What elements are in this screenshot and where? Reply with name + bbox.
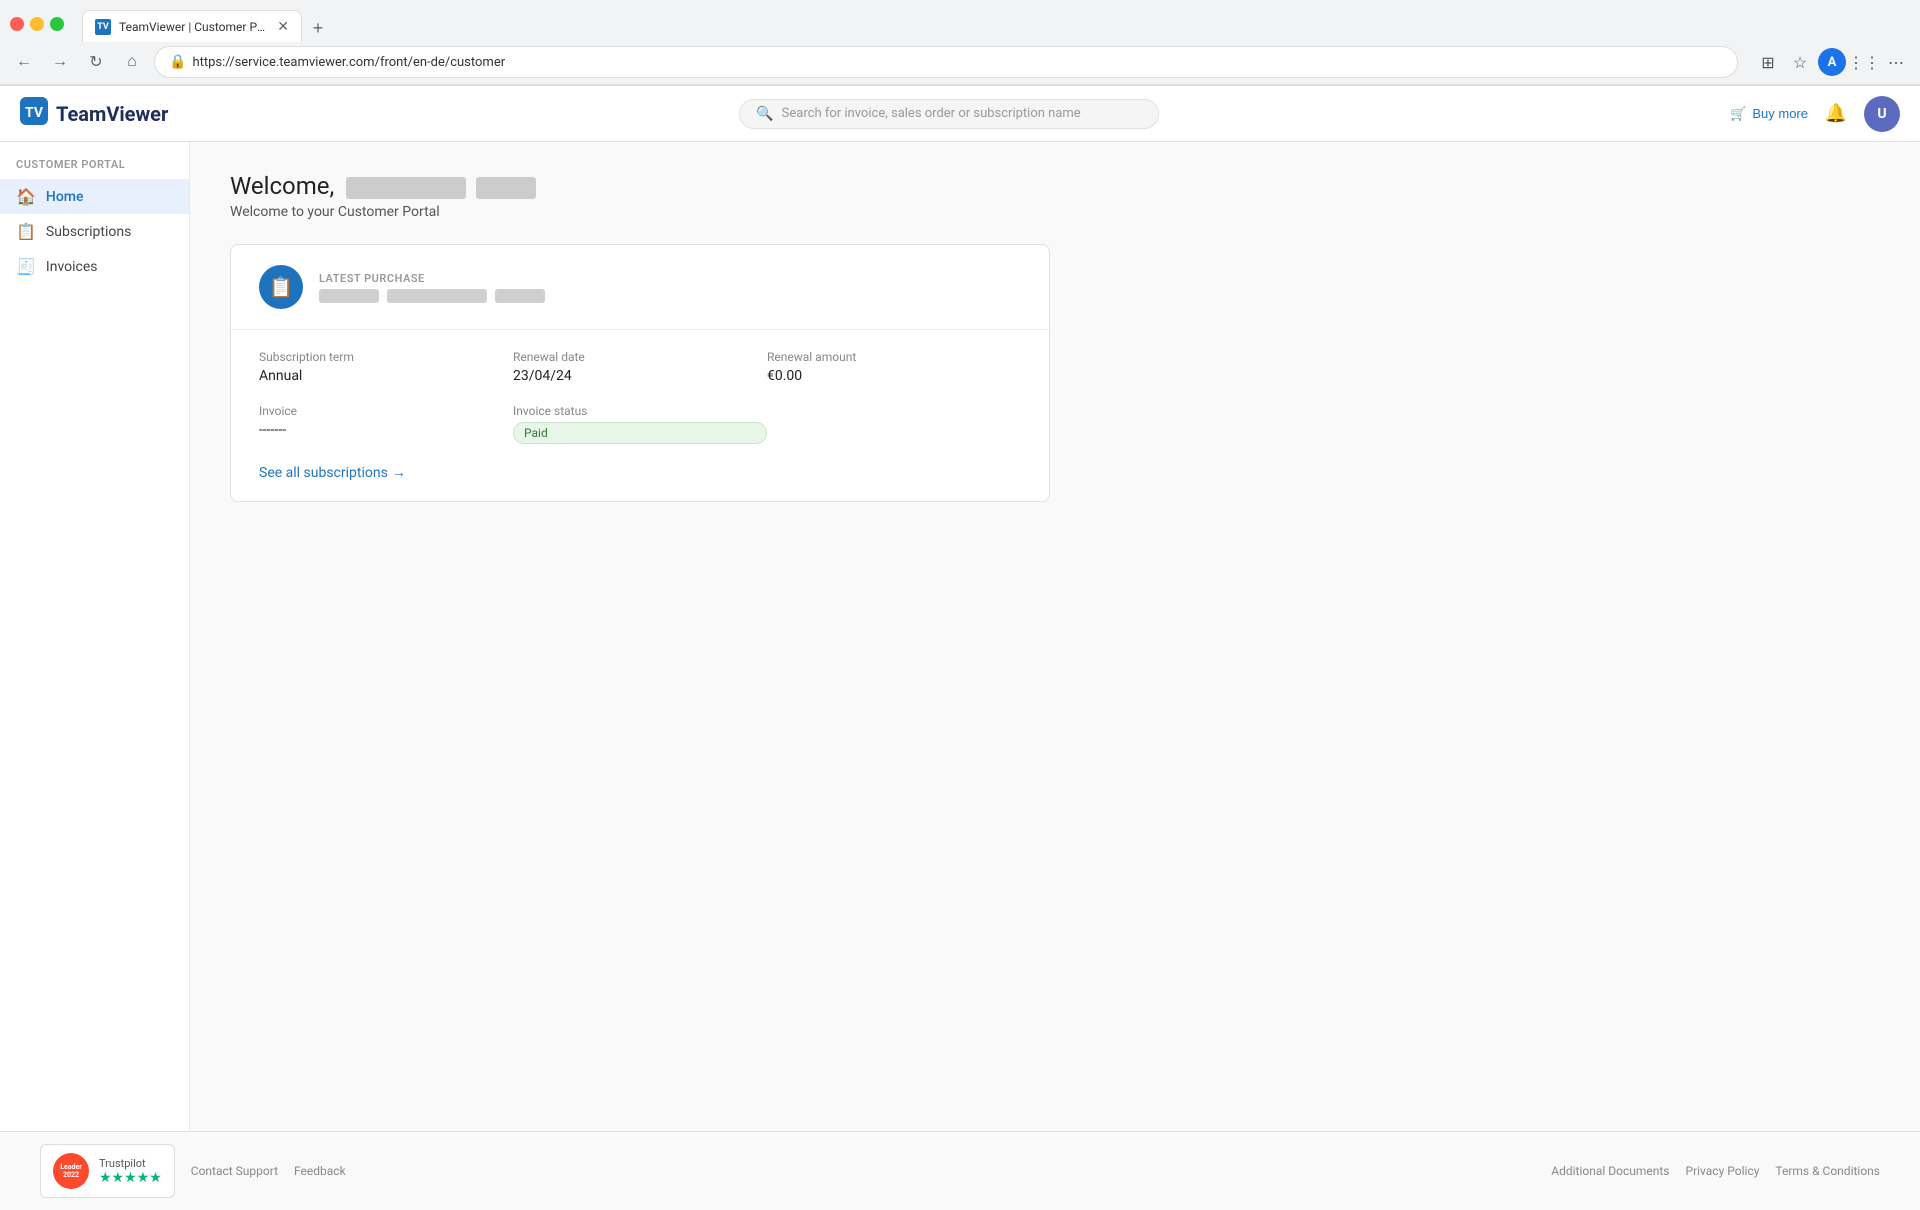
user-avatar[interactable]: U <box>1864 96 1900 132</box>
window-controls <box>10 17 64 31</box>
grid-icon[interactable]: ⋮⋮ <box>1850 48 1878 76</box>
app-header: TV TeamViewer 🔍 Search for invoice, sale… <box>0 86 1920 142</box>
welcome-title: Welcome, <box>230 172 1880 200</box>
invoice-item: Invoice ------- <box>259 404 513 444</box>
card-header: 📋 LATEST PURCHASE <box>259 265 1021 309</box>
back-button[interactable]: ← <box>10 48 38 76</box>
header-actions: 🛒 Buy more 🔔 U <box>1730 96 1900 132</box>
renewal-amount-value: €0.00 <box>767 368 1021 384</box>
content-area: Welcome, Welcome to your Customer Portal… <box>190 142 1920 1131</box>
footer-left: Leader 2022 Trustpilot ★★★★★ Contact Sup… <box>40 1144 346 1198</box>
notification-button[interactable]: 🔔 <box>1820 98 1852 130</box>
purchase-icon: 📋 <box>259 265 303 309</box>
welcome-section: Welcome, Welcome to your Customer Portal <box>230 172 1880 220</box>
renewal-date-label: Renewal date <box>513 350 767 364</box>
subscription-term-item: Subscription term Annual <box>259 350 513 384</box>
active-tab[interactable]: TV TeamViewer | Customer Portal ✕ <box>82 10 302 42</box>
invoice-status-item: Invoice status Paid <box>513 404 767 444</box>
forward-button[interactable]: → <box>46 48 74 76</box>
contact-support-link[interactable]: Contact Support <box>191 1164 278 1178</box>
invoice-status-badge: Paid <box>513 422 767 444</box>
purchase-name-blurred <box>319 289 545 303</box>
toolbar-icons: ⊞ ☆ A ⋮⋮ ⋯ <box>1754 48 1910 76</box>
sidebar-item-subscriptions[interactable]: 📋 Subscriptions <box>0 214 189 249</box>
app-logo-text: TeamViewer <box>56 102 168 126</box>
bookmark-star-icon[interactable]: ☆ <box>1786 48 1814 76</box>
browser-chrome: TV TeamViewer | Customer Portal ✕ + ← → … <box>0 0 1920 86</box>
subscription-term-value: Annual <box>259 368 513 384</box>
renewal-date-item: Renewal date 23/04/24 <box>513 350 767 384</box>
feedback-link[interactable]: Feedback <box>294 1164 346 1178</box>
invoice-label: Invoice <box>259 404 513 418</box>
address-bar[interactable]: 🔒 https://service.teamviewer.com/front/e… <box>154 46 1738 78</box>
refresh-button[interactable]: ↻ <box>82 48 110 76</box>
name-blur-1 <box>319 289 379 303</box>
renewal-date-value: 23/04/24 <box>513 368 767 384</box>
subscription-card: 📋 LATEST PURCHASE Subscription ter <box>230 244 1050 502</box>
g2-badge: Leader 2022 <box>53 1153 89 1189</box>
home-icon: 🏠 <box>16 187 36 206</box>
welcome-subtitle: Welcome to your Customer Portal <box>230 204 1880 220</box>
terms-link[interactable]: Terms & Conditions <box>1775 1164 1880 1178</box>
browser-tab-bar: TV TeamViewer | Customer Portal ✕ + <box>0 0 1920 40</box>
footer: Leader 2022 Trustpilot ★★★★★ Contact Sup… <box>0 1131 1920 1210</box>
latest-purchase-label: LATEST PURCHASE <box>319 272 545 285</box>
invoices-icon: 🧾 <box>16 257 36 276</box>
privacy-policy-link[interactable]: Privacy Policy <box>1686 1164 1760 1178</box>
renewal-amount-label: Renewal amount <box>767 350 1021 364</box>
app-layout: TV TeamViewer 🔍 Search for invoice, sale… <box>0 86 1920 1210</box>
search-icon: 🔍 <box>756 106 773 122</box>
invoice-status-label: Invoice status <box>513 404 767 418</box>
trustpilot-label: Trustpilot <box>99 1157 162 1170</box>
teamviewer-logo-icon: TV <box>20 97 48 130</box>
renewal-amount-item: Renewal amount €0.00 <box>767 350 1021 384</box>
tab-favicon: TV <box>95 19 111 35</box>
new-tab-button[interactable]: + <box>304 14 332 42</box>
sidebar-item-invoices[interactable]: 🧾 Invoices <box>0 249 189 284</box>
address-text: https://service.teamviewer.com/front/en-… <box>192 55 1723 70</box>
sidebar: CUSTOMER PORTAL 🏠 Home 📋 Subscriptions 🧾… <box>0 142 190 1131</box>
user-lastname-blurred <box>476 177 536 199</box>
subscription-term-label: Subscription term <box>259 350 513 364</box>
footer-right: Additional Documents Privacy Policy Term… <box>1551 1164 1880 1178</box>
profile-avatar: A <box>1818 48 1846 76</box>
minimize-button[interactable] <box>30 17 44 31</box>
maximize-button[interactable] <box>50 17 64 31</box>
trustpilot-box: Leader 2022 Trustpilot ★★★★★ <box>40 1144 175 1198</box>
sidebar-section-label: CUSTOMER PORTAL <box>0 158 189 179</box>
name-blur-2 <box>387 289 487 303</box>
invoice-value: ------- <box>259 422 513 438</box>
app-logo: TV TeamViewer <box>20 97 168 130</box>
svg-text:TV: TV <box>25 105 44 121</box>
tab-title: TeamViewer | Customer Portal <box>119 20 269 34</box>
name-blur-3 <box>495 289 545 303</box>
buy-more-button[interactable]: 🛒 Buy more <box>1730 106 1808 122</box>
subscriptions-icon: 📋 <box>16 222 36 241</box>
sidebar-item-home[interactable]: 🏠 Home <box>0 179 189 214</box>
user-name-blurred <box>346 177 466 199</box>
tab-bar: TV TeamViewer | Customer Portal ✕ + <box>72 6 342 42</box>
home-button[interactable]: ⌂ <box>118 48 146 76</box>
close-button[interactable] <box>10 17 24 31</box>
address-bar-row: ← → ↻ ⌂ 🔒 https://service.teamviewer.com… <box>0 40 1920 85</box>
extensions-icon[interactable]: ⊞ <box>1754 48 1782 76</box>
main-body: CUSTOMER PORTAL 🏠 Home 📋 Subscriptions 🧾… <box>0 142 1920 1131</box>
cart-icon: 🛒 <box>1730 106 1746 122</box>
card-details: Subscription term Annual Renewal date 23… <box>259 350 1021 444</box>
additional-documents-link[interactable]: Additional Documents <box>1551 1164 1669 1178</box>
header-search[interactable]: 🔍 Search for invoice, sales order or sub… <box>739 99 1159 129</box>
card-divider <box>231 329 1049 330</box>
arrow-icon: → <box>392 464 406 481</box>
see-all-subscriptions-link[interactable]: See all subscriptions → <box>259 464 1021 481</box>
search-placeholder: Search for invoice, sales order or subsc… <box>782 106 1081 121</box>
card-header-text: LATEST PURCHASE <box>319 272 545 303</box>
profile-icon-browser[interactable]: A <box>1818 48 1846 76</box>
tab-close-icon[interactable]: ✕ <box>277 19 289 35</box>
trustpilot-stars: ★★★★★ <box>99 1170 162 1186</box>
trustpilot-info: Trustpilot ★★★★★ <box>99 1157 162 1186</box>
more-icon[interactable]: ⋯ <box>1882 48 1910 76</box>
